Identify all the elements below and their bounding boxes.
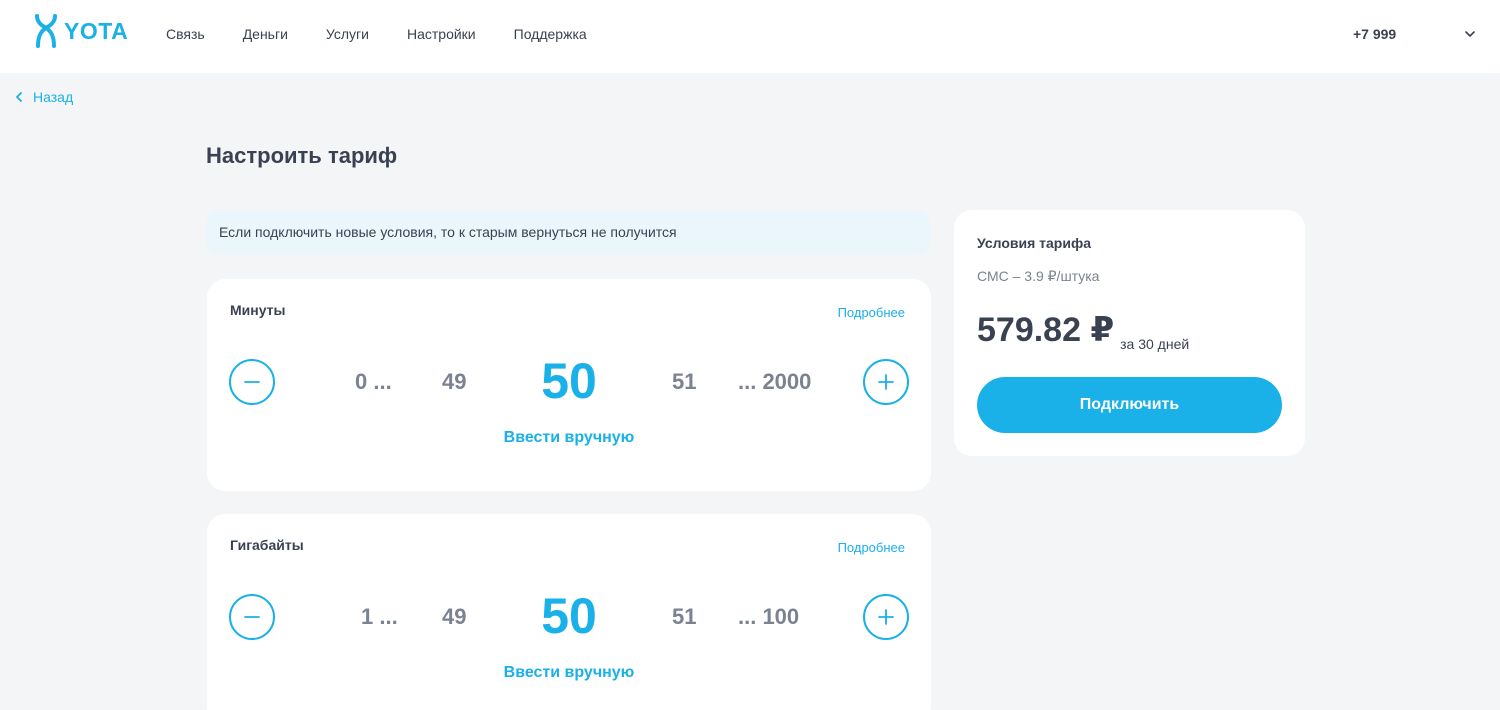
main-nav: Связь Деньги Услуги Настройки Поддержка xyxy=(166,24,625,44)
price-period: за 30 дней xyxy=(1120,336,1190,352)
back-link[interactable]: Назад xyxy=(15,89,73,105)
logo-text: YOTA xyxy=(64,17,129,44)
tariff-summary-card: Условия тарифа СМС – 3.9 ₽/штука 579.82 … xyxy=(954,210,1305,456)
top-header: YOTA Связь Деньги Услуги Настройки Подде… xyxy=(0,0,1500,73)
nav-item-svyaz[interactable]: Связь xyxy=(166,24,205,44)
plus-icon xyxy=(878,609,894,625)
nav-item-uslugi[interactable]: Услуги xyxy=(326,24,369,44)
minutes-increase-button[interactable] xyxy=(863,359,909,405)
yota-logo-icon xyxy=(35,14,57,48)
nav-item-dengi[interactable]: Деньги xyxy=(243,24,288,44)
gigabytes-range-min: 1 ... xyxy=(361,604,398,629)
minutes-manual-input-link[interactable]: Ввести вручную xyxy=(207,429,931,447)
gigabytes-decrease-button[interactable] xyxy=(229,594,275,640)
tariff-price: 579.82 ₽ xyxy=(977,311,1115,349)
gigabytes-increase-button[interactable] xyxy=(863,594,909,640)
minutes-more-link[interactable]: Подробнее xyxy=(838,305,905,320)
gigabytes-next-value[interactable]: 51 xyxy=(672,604,696,630)
back-label: Назад xyxy=(33,89,74,105)
gigabytes-title: Гигабайты xyxy=(230,537,304,553)
minutes-range-min: 0 ... xyxy=(355,369,392,394)
gigabytes-more-link[interactable]: Подробнее xyxy=(838,540,905,555)
minus-icon xyxy=(244,381,260,383)
minutes-card: Минуты Подробнее 0 ... 49 50 51 ... 2000… xyxy=(207,279,931,491)
gigabytes-card: Гигабайты Подробнее 1 ... 49 50 51 ... 1… xyxy=(207,514,931,710)
summary-title: Условия тарифа xyxy=(977,235,1091,251)
minutes-next-value[interactable]: 51 xyxy=(672,369,696,395)
nav-item-podderzhka[interactable]: Поддержка xyxy=(514,24,587,44)
minutes-current-value: 50 xyxy=(541,353,597,409)
warning-notice: Если подключить новые условия, то к стар… xyxy=(206,211,930,255)
gigabytes-manual-input-link[interactable]: Ввести вручную xyxy=(207,664,931,682)
sms-price: СМС – 3.9 ₽/штука xyxy=(977,268,1100,284)
chevron-down-icon[interactable] xyxy=(1464,28,1476,40)
gigabytes-range-max: ... 100 xyxy=(738,604,800,629)
page-title: Настроить тариф xyxy=(206,143,398,168)
minutes-prev-value[interactable]: 49 xyxy=(442,369,466,395)
gigabytes-prev-value[interactable]: 49 xyxy=(442,604,466,630)
plus-icon xyxy=(878,374,894,390)
chevron-left-icon xyxy=(16,92,22,102)
minutes-title: Минуты xyxy=(230,302,286,318)
price-row: 579.82 ₽ за 30 дней xyxy=(977,310,1189,352)
gigabytes-current-value: 50 xyxy=(541,588,597,644)
minutes-range-max: ... 2000 xyxy=(738,369,812,394)
minus-icon xyxy=(244,616,260,618)
nav-item-nastroyki[interactable]: Настройки xyxy=(407,24,476,44)
connect-button[interactable]: Подключить xyxy=(977,377,1282,433)
account-phone[interactable]: +7 999 xyxy=(1353,24,1396,44)
yota-logo[interactable]: YOTA xyxy=(34,14,128,48)
minutes-decrease-button[interactable] xyxy=(229,359,275,405)
